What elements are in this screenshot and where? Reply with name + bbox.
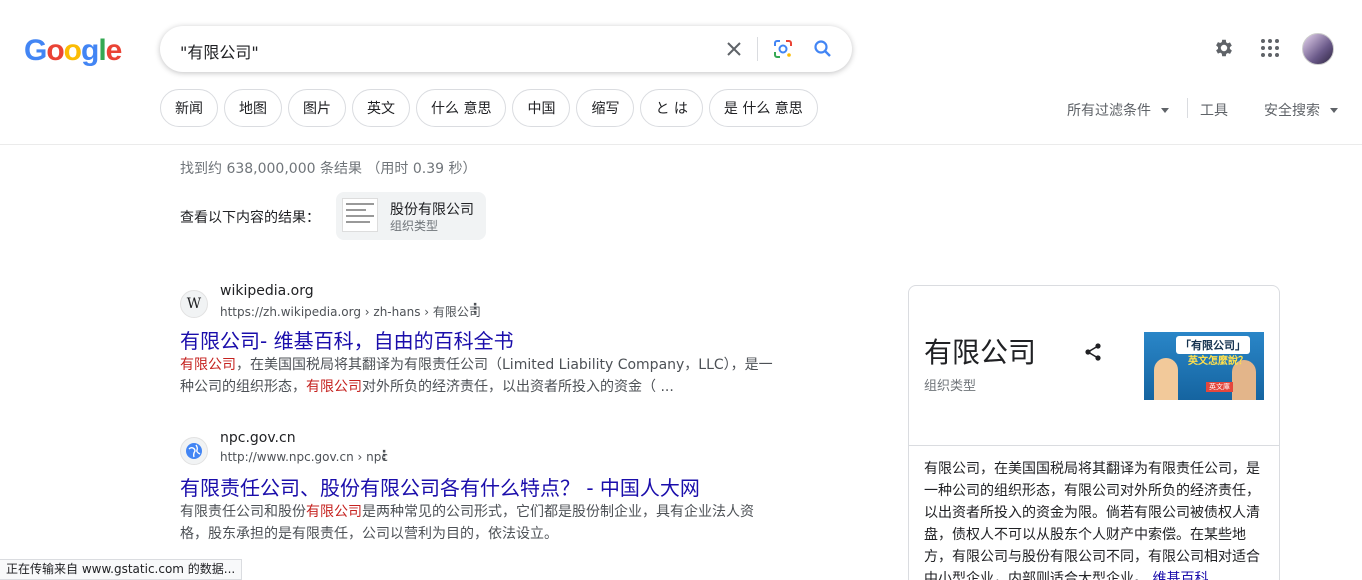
tools-divider — [1187, 98, 1188, 118]
search-result: npc.gov.cn http://www.npc.gov.cn › npc ⋮… — [180, 430, 780, 547]
snippet-highlight: 有限公司 — [306, 504, 362, 520]
tools-button[interactable]: 工具 — [1200, 100, 1228, 120]
snippet-highlight: 有限公司 — [306, 379, 362, 395]
filter-chip[interactable]: 什么 意思 — [416, 89, 507, 127]
search-box[interactable]: "有限公司" — [160, 26, 852, 72]
knowledge-panel-subtitle: 组织类型 — [924, 379, 977, 394]
knowledge-panel-description: 有限公司，在美国国税局将其翻译为有限责任公司，是一种公司的组织形态，有限公司对外… — [924, 458, 1269, 580]
settings-gear-icon[interactable] — [1212, 36, 1236, 60]
filter-chip[interactable]: 是 什么 意思 — [708, 89, 818, 127]
see-results-label: 查看以下内容的结果： — [180, 210, 320, 226]
result-title-link[interactable]: 有限责任公司、股份有限公司各有什么特点？ - 中国人大网 — [180, 472, 700, 501]
header-divider — [0, 144, 1362, 145]
close-icon[interactable] — [721, 36, 747, 62]
filter-chip[interactable]: 缩写 — [576, 89, 635, 127]
search-divider — [757, 37, 758, 61]
logo-letter: l — [98, 34, 106, 67]
filter-chip[interactable]: 中国 — [512, 89, 571, 127]
result-snippet: 有限责任公司和股份有限公司是两种常见的公司形式，它们都是股份制企业，具有企业法人… — [180, 501, 770, 545]
description-text: 有限公司，在美国国税局将其翻译为有限责任公司，是一种公司的组织形态，有限公司对外… — [924, 461, 1260, 580]
entity-name: 股份有限公司 — [390, 202, 474, 218]
image-tag: 英文庫 — [1206, 382, 1233, 392]
chevron-down-icon — [1161, 107, 1169, 113]
wikipedia-link[interactable]: 维基百科 — [1152, 571, 1208, 580]
filter-chip[interactable]: 地图 — [224, 89, 282, 127]
filter-chip[interactable]: 图片 — [288, 89, 346, 127]
all-filters-label: 所有过滤条件 — [1067, 103, 1151, 119]
filter-chips: 新闻 地图 图片 英文 什么 意思 中国 缩写と は是 什么 意思 — [160, 89, 818, 127]
logo-letter: o — [46, 34, 64, 67]
safe-search-button[interactable]: 安全搜索 — [1264, 100, 1338, 120]
search-input[interactable]: "有限公司" — [180, 39, 259, 63]
knowledge-panel-title: 有限公司 — [924, 336, 1037, 369]
all-filters-button[interactable]: 所有过滤条件 — [1067, 100, 1169, 120]
result-cite-url[interactable]: http://www.npc.gov.cn › npc — [220, 450, 388, 464]
person-figure — [1154, 358, 1178, 400]
result-site-name[interactable]: wikipedia.org — [220, 283, 314, 299]
globe-icon[interactable] — [180, 437, 208, 465]
search-result: W wikipedia.org https://zh.wikipedia.org… — [180, 283, 780, 400]
apps-grid-icon[interactable] — [1258, 36, 1282, 60]
result-title-link[interactable]: 有限公司- 维基百科，自由的百科全书 — [180, 325, 514, 354]
search-icon[interactable] — [810, 36, 836, 62]
image-subcaption: 英文怎麼說？ — [1188, 356, 1248, 367]
account-avatar[interactable] — [1302, 33, 1334, 65]
snippet-text: 对外所负的经济责任，以出资者所投入的资金（ ... — [362, 379, 674, 395]
logo-letter: o — [63, 34, 82, 67]
tools-label: 工具 — [1200, 103, 1228, 119]
filter-chip[interactable]: と は — [640, 89, 703, 127]
result-snippet: 有限公司，在美国国税局将其翻译为有限责任公司（Limited Liability… — [180, 354, 780, 398]
safe-search-label: 安全搜索 — [1264, 103, 1320, 119]
chevron-down-icon — [1330, 107, 1338, 113]
share-icon[interactable] — [1083, 342, 1105, 364]
browser-status-bar: 正在传输来自 www.gstatic.com 的数据... — [0, 559, 243, 580]
wikipedia-favicon-icon[interactable]: W — [180, 290, 208, 318]
result-cite-url[interactable]: https://zh.wikipedia.org › zh-hans › 有限公… — [220, 303, 481, 320]
filter-chip[interactable]: 新闻 — [160, 89, 218, 127]
result-stats: 找到约 638,000,000 条结果 （用时 0.39 秒） — [180, 161, 477, 177]
entity-type: 组织类型 — [390, 219, 439, 233]
result-site-name[interactable]: npc.gov.cn — [220, 430, 296, 446]
logo-letter: g — [81, 34, 99, 67]
snippet-highlight: 有限公司 — [180, 357, 236, 373]
google-logo[interactable]: Google — [24, 34, 123, 68]
entity-thumbnail — [342, 198, 378, 232]
knowledge-panel: 有限公司 组织类型 「有限公司」 英文怎麼說？ 英文庫 有限公司，在美国国税局将… — [908, 285, 1280, 580]
snippet-text: 有限责任公司和股份 — [180, 504, 306, 520]
more-options-icon[interactable]: ⋮ — [468, 302, 482, 316]
more-options-icon[interactable]: ⋮ — [377, 449, 391, 463]
logo-letter: G — [24, 34, 47, 67]
logo-letter: e — [105, 34, 123, 67]
knowledge-panel-image[interactable]: 「有限公司」 英文怎麼說？ 英文庫 — [1144, 332, 1264, 400]
entity-chip[interactable]: 股份有限公司 组织类型 — [336, 192, 486, 240]
knowledge-panel-divider — [909, 445, 1279, 446]
google-lens-icon[interactable] — [770, 36, 796, 62]
filter-chip[interactable]: 英文 — [352, 89, 410, 127]
